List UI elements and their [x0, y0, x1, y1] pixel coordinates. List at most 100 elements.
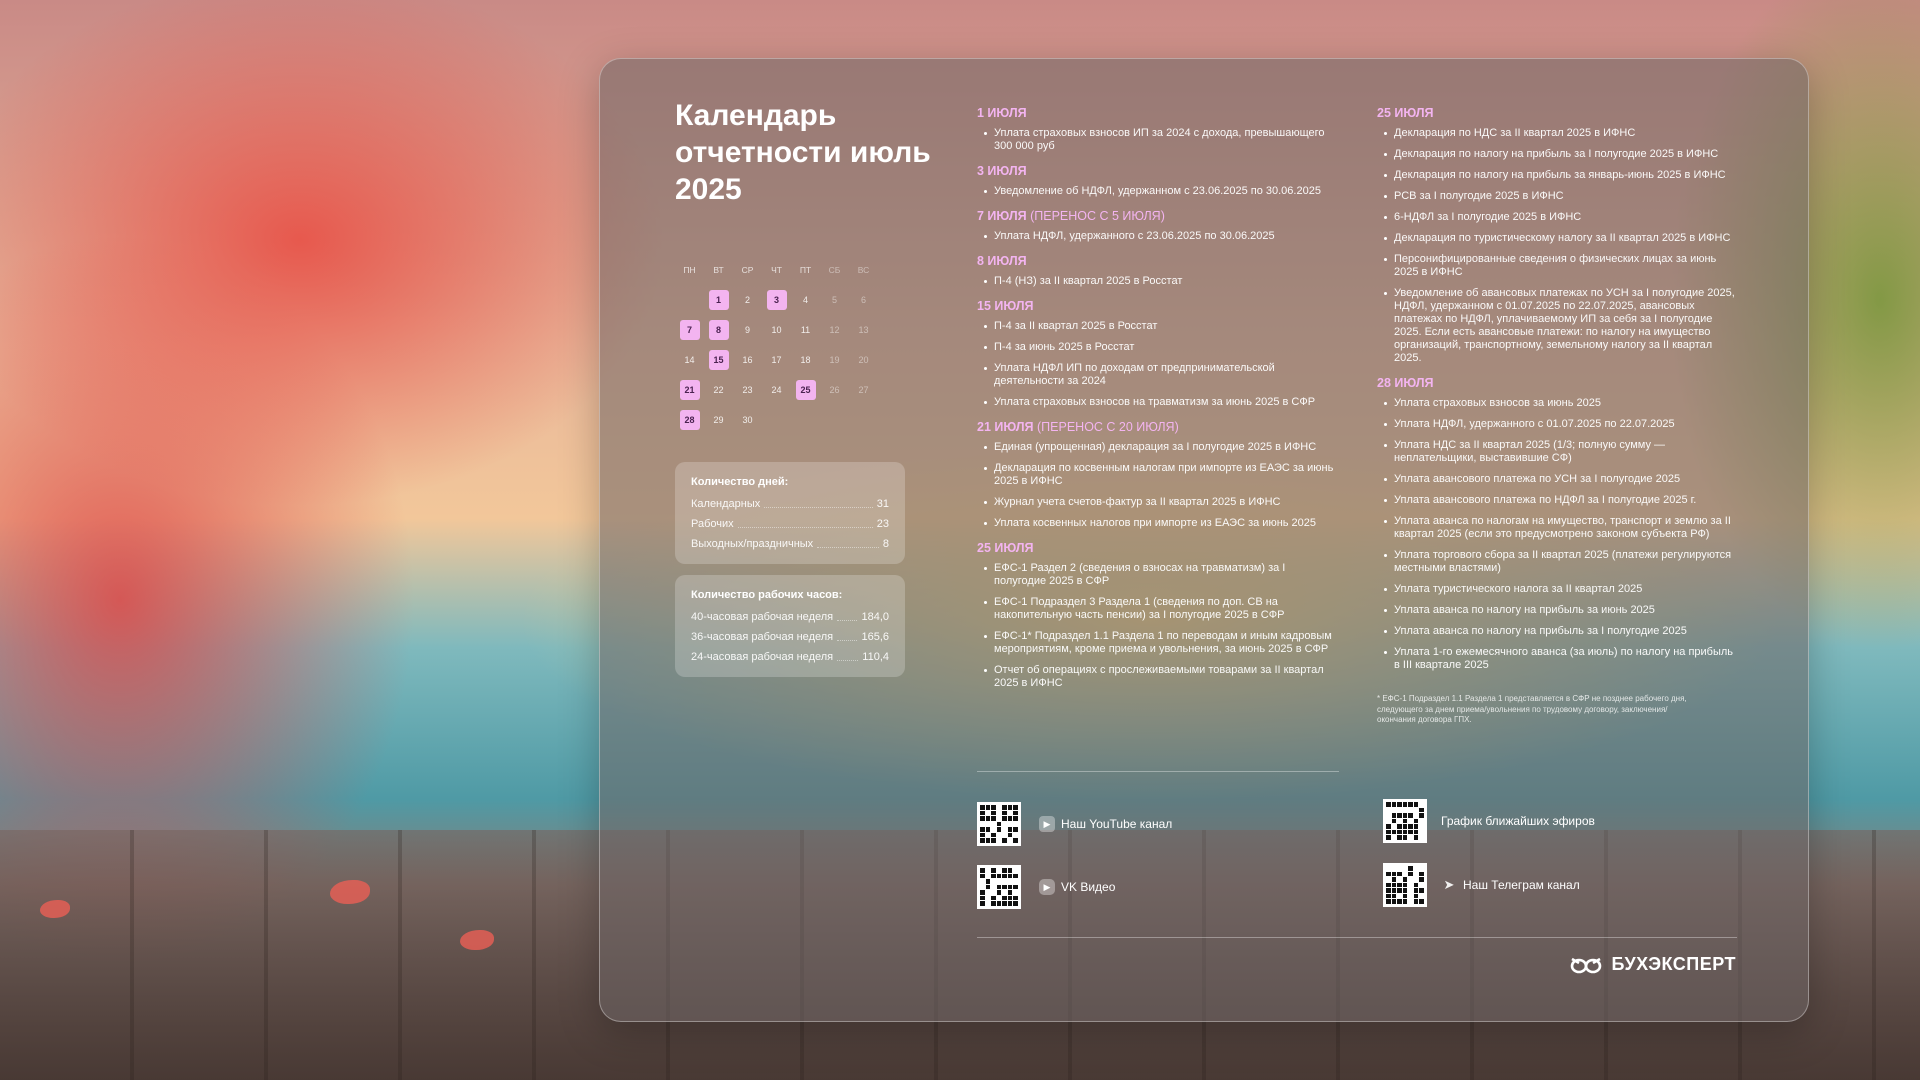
count-value: 110,4	[862, 651, 889, 663]
deadline-day: 28	[679, 410, 700, 430]
calendar-week-row: 7 8 9 10 11 12 13	[675, 315, 905, 345]
deadline-section: 3 июля Уведомление об НДФЛ, удержанном с …	[977, 163, 1337, 198]
calendar-day: 1	[704, 285, 733, 315]
calendar-day: 24	[762, 375, 791, 405]
day-number: 18	[800, 355, 811, 365]
day-number: 27	[858, 385, 869, 395]
deadline-date: 1 июля	[977, 105, 1337, 121]
calendar-day: 27	[849, 375, 878, 405]
dotted-leader	[837, 627, 858, 641]
telegram-icon: ➤	[1443, 877, 1455, 892]
deadline-section: 1 июля Уплата страховых взносов ИП за 202…	[977, 105, 1337, 153]
day-number: 9	[744, 325, 750, 335]
page-title: Календарь отчетности июль 2025	[675, 99, 931, 206]
qr-code-icon[interactable]	[977, 865, 1021, 909]
deadlines-column-2: 25 июля Декларация по НДС за II квартал 2…	[1377, 105, 1737, 726]
day-number: 12	[829, 325, 840, 335]
deadline-item: Уведомление об авансовых платежах по УСН…	[1377, 287, 1737, 365]
deadline-day: 1	[708, 290, 729, 310]
days-box-title: Количество дней:	[691, 476, 789, 488]
youtube-channel-link[interactable]: ▶ Наш YouTube канал	[977, 802, 1172, 846]
deadline-item: Отчет об операциях с прослеживаемыми тов…	[977, 664, 1337, 690]
deadline-item: Уплата аванса по налогу на прибыль за I …	[1377, 625, 1737, 638]
deadline-item: Единая (упрощенная) декларация за I полу…	[977, 441, 1337, 454]
calendar-day: 22	[704, 375, 733, 405]
deadline-item: Уплата страховых взносов на травматизм з…	[977, 396, 1337, 409]
deadline-date-text: 7 июля	[977, 209, 1027, 223]
dotted-leader	[737, 514, 873, 528]
deadline-day: 3	[766, 290, 787, 310]
calendar-week-row: 14 15 16 17 18 19 20	[675, 345, 905, 375]
brand-logo: БУХЭКСПЕРТ	[1569, 954, 1736, 975]
deadline-item: ЕФС-1* Подраздел 1.1 Раздела 1 по перево…	[977, 630, 1337, 656]
calendar-day	[791, 405, 820, 435]
day-number: 20	[858, 355, 869, 365]
count-label: Календарных	[691, 498, 761, 510]
count-value: 8	[882, 538, 889, 550]
day-number: 4	[802, 295, 808, 305]
count-row: 40-часовая рабочая неделя 184,0	[691, 607, 889, 627]
deadline-section: 28 июля Уплата страховых взносов за июнь …	[1377, 375, 1737, 672]
vk-video-link[interactable]: ▶ VK Видео	[977, 865, 1115, 909]
days-count-box: Количество дней: Календарных 31 Рабочих 23 В…	[675, 462, 905, 564]
deadline-item: Уплата НДФЛ, удержанного с 23.06.2025 по…	[977, 230, 1337, 243]
calendar-day: 26	[820, 375, 849, 405]
calendar-day	[820, 405, 849, 435]
count-row: Выходных/праздничных 8	[691, 534, 889, 554]
divider	[977, 771, 1339, 772]
count-label: 24-часовая рабочая неделя	[691, 651, 834, 663]
deadline-date: 25 июля	[977, 540, 1337, 556]
calendar-day	[849, 405, 878, 435]
deadline-day: 21	[679, 380, 700, 400]
calendar-day: 18	[791, 345, 820, 375]
count-value: 184,0	[861, 611, 889, 623]
calendar-day: 7	[675, 315, 704, 345]
qr-code-icon[interactable]	[1383, 799, 1427, 843]
deadline-item: Уплата косвенных налогов при импорте из …	[977, 517, 1337, 530]
mini-calendar: ПН ВТ СР ЧТ ПТ СБ ВС 1 2 3 4 5 6 7 8 9 10 11 12 13 14 15 16 17 1…	[675, 255, 905, 435]
dotted-leader	[764, 494, 873, 508]
count-value: 23	[876, 518, 889, 530]
dotted-leader	[837, 607, 858, 621]
deadline-item: Декларация по НДС за II квартал 2025 в И…	[1377, 127, 1737, 140]
deadline-date: 3 июля	[977, 163, 1337, 179]
weekday-label: ВС	[857, 265, 870, 275]
weekday-label: ПН	[683, 265, 696, 275]
calendar-day: 10	[762, 315, 791, 345]
deadline-item: Декларация по налогу на прибыль за январ…	[1377, 169, 1737, 182]
telegram-channel-link[interactable]: ➤ Наш Телеграм канал	[1383, 863, 1580, 907]
deadline-date: 28 июля	[1377, 375, 1737, 391]
calendar-day: 11	[791, 315, 820, 345]
calendar-day: 12	[820, 315, 849, 345]
vk-video-label: VK Видео	[1061, 880, 1116, 894]
deadline-item: Уплата НДФЛ ИП по доходам от предпринима…	[977, 362, 1337, 388]
deadline-item: Уплата туристического налога за II кварт…	[1377, 583, 1737, 596]
deadline-item: 6-НДФЛ за I полугодие 2025 в ИФНС	[1377, 211, 1737, 224]
count-label: 36-часовая рабочая неделя	[691, 631, 834, 643]
day-number: 29	[713, 415, 724, 425]
calendar-day: 20	[849, 345, 878, 375]
deadline-item: Уплата аванса по налогам на имущество, т…	[1377, 515, 1737, 541]
calendar-week-row: 1 2 3 4 5 6	[675, 285, 905, 315]
brand-name: БУХЭКСПЕРТ	[1611, 954, 1736, 974]
deadline-date: 15 июля	[977, 298, 1337, 314]
deadline-item: Журнал учета счетов-фактур за II квартал…	[977, 496, 1337, 509]
divider	[977, 937, 1737, 938]
deadline-date: 8 июля	[977, 253, 1337, 269]
weekday-label: СР	[741, 265, 754, 275]
calendar-day: 6	[849, 285, 878, 315]
day-number: 6	[860, 295, 866, 305]
deadline-section: 21 июля (перенос с 20 июля) Единая (упрощ…	[977, 419, 1337, 530]
qr-code-icon[interactable]	[1383, 863, 1427, 907]
count-row: Рабочих 23	[691, 514, 889, 534]
deadline-date: 21 июля (перенос с 20 июля)	[977, 419, 1337, 435]
broadcast-schedule-link[interactable]: График ближайших эфиров	[1383, 799, 1595, 843]
deadline-day: 8	[708, 320, 729, 340]
deadline-date-text: 1 июля	[977, 106, 1027, 120]
deadline-item: Уплата страховых взносов ИП за 2024 с до…	[977, 127, 1337, 153]
deadline-day: 7	[679, 320, 700, 340]
day-number: 2	[744, 295, 750, 305]
qr-code-icon[interactable]	[977, 802, 1021, 846]
day-number: 24	[771, 385, 782, 395]
calendar-day	[675, 285, 704, 315]
